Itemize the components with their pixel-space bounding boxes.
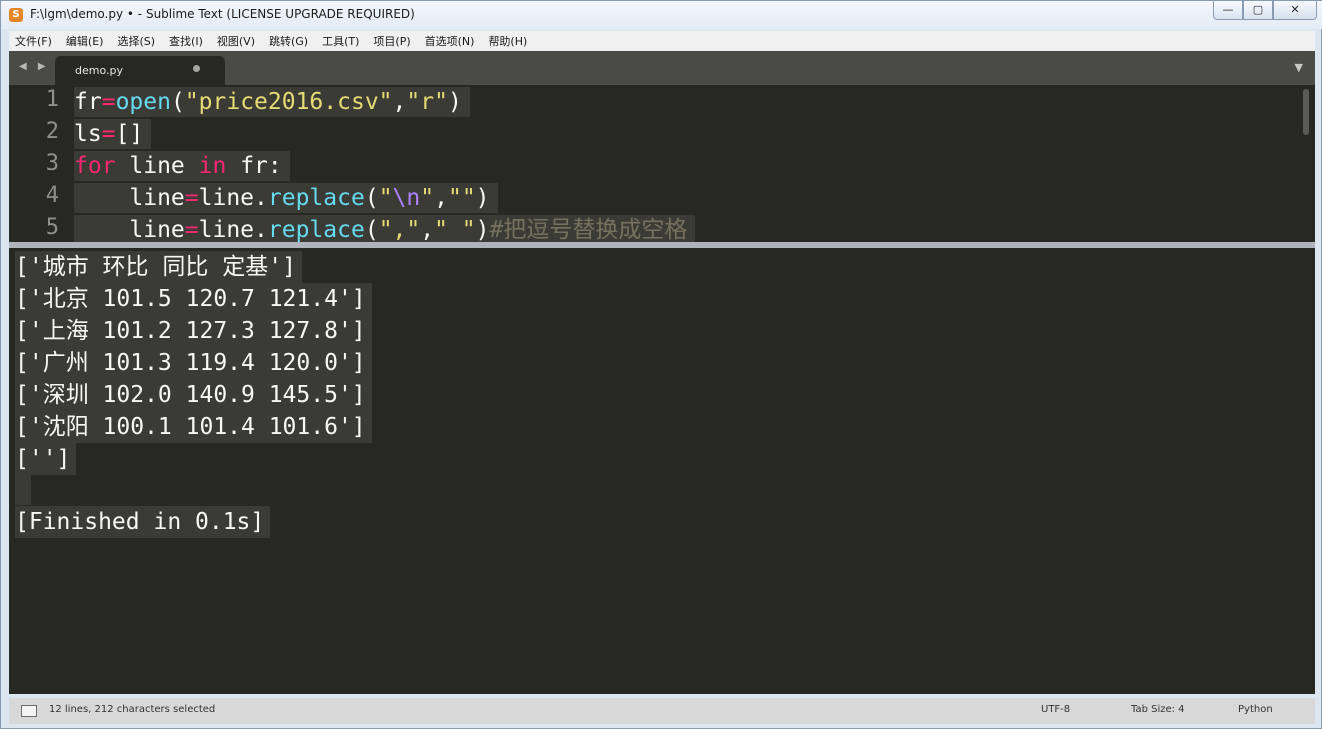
minimize-button[interactable]: — [1213,1,1243,20]
code-line: line=line.replace("\n","") [74,183,498,213]
build-output-panel[interactable]: ['城市 环比 同比 定基'] ['北京 101.5 120.7 121.4']… [9,248,1315,694]
tab-overflow-chevron-icon[interactable]: ▼ [1295,61,1303,74]
line-number: 3 [45,151,59,176]
line-number: 4 [45,183,59,208]
output-line: ['深圳 102.0 140.9 145.5'] [15,379,372,411]
sublime-window: S F:\lgm\demo.py • - Sublime Text (LICEN… [0,0,1322,729]
menu-project[interactable]: 项目(P) [373,33,410,49]
tab-nav-arrows-icon[interactable]: ◀ ▶ [19,61,50,72]
window-controls: — ▢ ✕ [1213,1,1317,20]
output-finished-line: [Finished in 0.1s] [15,506,271,538]
line-gutter: 1 2 3 4 5 [9,85,67,242]
tab-demo-py[interactable]: demo.py [55,56,225,85]
sublime-icon: S [9,8,23,22]
unsaved-dot-icon[interactable] [193,65,200,72]
code-line: ls=[] [74,119,152,149]
output-blank-line [15,475,31,505]
window-title: F:\lgm\demo.py • - Sublime Text (LICENSE… [30,7,415,21]
tab-bar: ◀ ▶ demo.py ▼ [9,51,1315,85]
close-button[interactable]: ✕ [1273,1,1317,20]
output-line: ['上海 101.2 127.3 127.8'] [15,315,372,347]
menu-file[interactable]: 文件(F) [15,33,52,49]
maximize-button[interactable]: ▢ [1243,1,1273,20]
panel-toggle-icon[interactable] [21,705,37,717]
tab-size-status[interactable]: Tab Size: 4 [1131,704,1185,715]
output-line: ['北京 101.5 120.7 121.4'] [15,283,372,315]
line-number: 5 [45,215,59,240]
code-line: for line in fr: [74,151,290,181]
encoding-status[interactable]: UTF-8 [1041,704,1070,715]
output-line: ['城市 环比 同比 定基'] [15,251,302,283]
output-line: [''] [15,443,77,475]
menu-preferences[interactable]: 首选项(N) [425,33,475,49]
line-number: 1 [45,87,59,112]
menu-bar: 文件(F) 编辑(E) 选择(S) 查找(I) 视图(V) 跳转(G) 工具(T… [9,31,1315,51]
menu-tools[interactable]: 工具(T) [322,33,359,49]
selection-status: 12 lines, 212 characters selected [49,704,216,715]
title-bar[interactable]: S F:\lgm\demo.py • - Sublime Text (LICEN… [1,1,1322,29]
syntax-status[interactable]: Python [1238,704,1273,715]
output-line: ['沈阳 100.1 101.4 101.6'] [15,411,372,443]
status-bar: 12 lines, 212 characters selected UTF-8 … [9,698,1315,724]
code-editor[interactable]: 1 2 3 4 5 fr=open("price2016.csv","r") l… [9,85,1315,242]
menu-find[interactable]: 查找(I) [169,33,203,49]
code-line: line=line.replace(","," ")#把逗号替换成空格 [74,215,696,242]
menu-view[interactable]: 视图(V) [217,33,255,49]
tab-label: demo.py [75,64,123,77]
menu-goto[interactable]: 跳转(G) [269,33,308,49]
line-number: 2 [45,119,59,144]
code-line: fr=open("price2016.csv","r") [74,87,470,117]
menu-edit[interactable]: 编辑(E) [66,33,104,49]
menu-help[interactable]: 帮助(H) [488,33,527,49]
editor-scrollbar[interactable] [1303,89,1309,135]
menu-selection[interactable]: 选择(S) [117,33,155,49]
output-line: ['广州 101.3 119.4 120.0'] [15,347,372,379]
